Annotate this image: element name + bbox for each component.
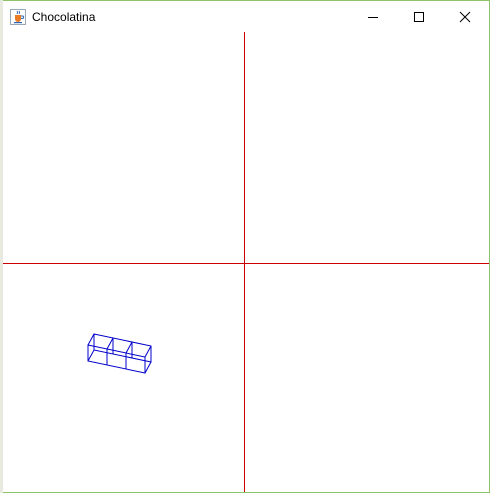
app-window: Chocolatina: [0, 0, 490, 493]
minimize-button[interactable]: [350, 1, 396, 32]
minimize-icon: [368, 16, 378, 18]
title-bar[interactable]: Chocolatina: [1, 1, 489, 32]
close-button[interactable]: [442, 1, 488, 32]
close-icon: [459, 11, 471, 22]
window-title: Chocolatina: [32, 10, 96, 24]
window-edge: [0, 0, 3, 493]
drawing-canvas[interactable]: [1, 32, 489, 492]
maximize-button[interactable]: [396, 1, 442, 32]
maximize-icon: [414, 11, 424, 22]
java-cup-icon: [10, 9, 26, 25]
chocolate-bar-wireframe: [87, 333, 152, 374]
